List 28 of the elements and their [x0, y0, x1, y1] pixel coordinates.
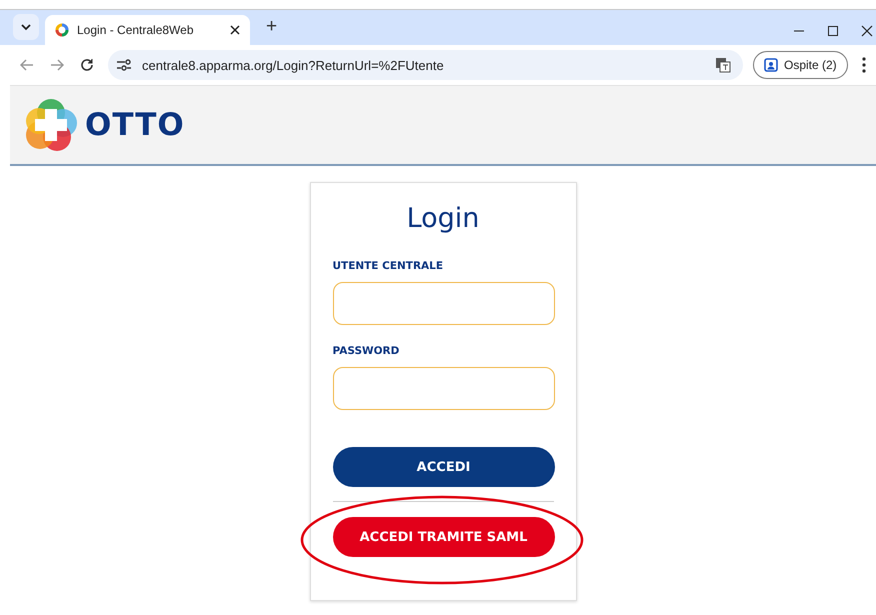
- profile-button[interactable]: Ospite (2): [753, 51, 848, 79]
- saml-login-button[interactable]: ACCEDI TRAMITE SAML: [332, 517, 554, 557]
- favicon-icon: [55, 23, 69, 37]
- close-icon[interactable]: [230, 25, 240, 35]
- browser-tab[interactable]: Login - Centrale8Web: [45, 15, 250, 45]
- menu-icon[interactable]: [862, 57, 866, 73]
- input-field[interactable]: [332, 282, 554, 325]
- tab-list-button[interactable]: [13, 14, 39, 40]
- chevron-down-icon: [21, 24, 31, 30]
- logo-icon: [23, 97, 79, 153]
- tab-title: Login - Centrale8Web: [77, 23, 195, 37]
- logo-text: OTTO: [85, 110, 185, 140]
- maximize-icon[interactable]: [827, 25, 839, 37]
- address-bar[interactable]: centrale8.apparma.org/Login?ReturnUrl=%2FUtente: [108, 50, 743, 80]
- site-settings-icon[interactable]: [116, 58, 132, 72]
- translate-icon[interactable]: [715, 57, 731, 73]
- url-text: centrale8.apparma.org/Login?ReturnUrl=%2FUtente: [142, 58, 445, 72]
- close-icon[interactable]: [861, 25, 873, 37]
- reload-icon[interactable]: [80, 58, 94, 72]
- person-icon: [764, 58, 778, 72]
- field-label: PASSWORD: [332, 345, 400, 357]
- field-label: UTENTE CENTRALE: [332, 260, 444, 272]
- login-title: Login: [406, 203, 480, 234]
- forward-icon[interactable]: [50, 59, 64, 71]
- new-tab-button[interactable]: +: [262, 16, 282, 38]
- input-field[interactable]: [332, 367, 554, 410]
- login-button[interactable]: ACCEDI: [332, 447, 554, 487]
- back-icon[interactable]: [20, 59, 34, 71]
